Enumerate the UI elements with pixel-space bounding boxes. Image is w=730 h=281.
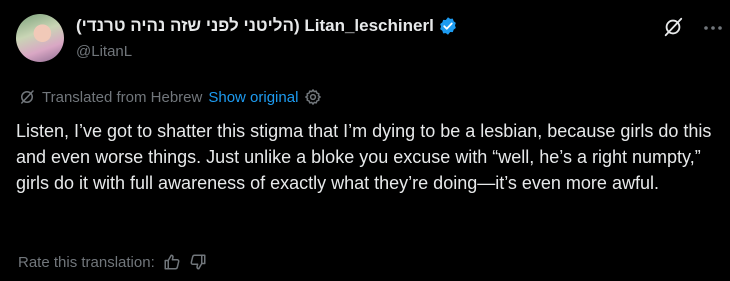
- translate-icon: [18, 88, 36, 106]
- avatar[interactable]: [16, 14, 64, 62]
- author-name-row: (הליטני לפני שזה נהיה טרנדי) Litan_lesch…: [76, 15, 458, 37]
- author-handle[interactable]: @LitanL: [76, 43, 132, 60]
- thumbs-down-icon[interactable]: [189, 253, 207, 271]
- verified-badge-icon[interactable]: [438, 16, 458, 36]
- grok-icon[interactable]: [662, 16, 684, 38]
- author-display-name[interactable]: (הליטני לפני שזה נהיה טרנדי) Litan_lesch…: [76, 16, 434, 36]
- rate-translation: Rate this translation:: [18, 253, 207, 271]
- translation-notice: Translated from Hebrew Show original: [18, 88, 322, 106]
- rate-translation-label: Rate this translation:: [18, 253, 155, 271]
- more-icon[interactable]: [702, 18, 724, 38]
- show-original-link[interactable]: Show original: [208, 89, 298, 106]
- gear-icon[interactable]: [304, 88, 322, 106]
- tweet-text: Listen, I’ve got to shatter this stigma …: [16, 121, 712, 193]
- translated-from-label: Translated from Hebrew: [42, 88, 203, 106]
- thumbs-up-icon[interactable]: [163, 253, 181, 271]
